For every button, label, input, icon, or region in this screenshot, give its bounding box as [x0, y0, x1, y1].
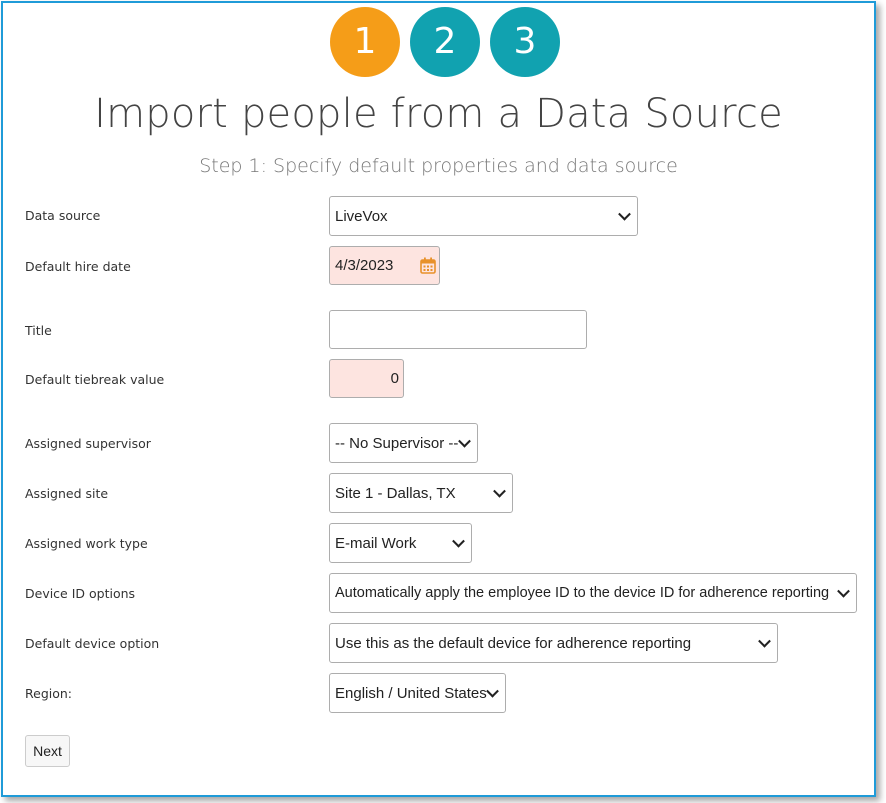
tiebreak-input[interactable]: 0: [329, 359, 404, 398]
work-type-value: E-mail Work: [335, 534, 417, 552]
data-source-label: Data source: [25, 208, 101, 223]
chevron-down-icon: [837, 584, 850, 598]
tiebreak-label: Default tiebreak value: [25, 372, 165, 387]
site-value: Site 1 - Dallas, TX: [335, 484, 456, 502]
supervisor-value: -- No Supervisor --: [335, 434, 459, 452]
page-title: Import people from a Data Source: [94, 91, 783, 137]
chevron-down-icon: [493, 484, 506, 498]
device-id-value: Automatically apply the employee ID to t…: [335, 585, 830, 601]
device-option-select[interactable]: Use this as the default device for adher…: [329, 623, 778, 663]
title-label: Title: [25, 323, 52, 338]
hire-date-value: 4/3/2023: [335, 257, 394, 274]
step-indicator: 1 2 3: [3, 7, 874, 79]
data-source-select[interactable]: LiveVox: [329, 196, 638, 236]
title-input[interactable]: [329, 310, 587, 349]
chevron-down-icon: [452, 534, 465, 548]
hire-date-label: Default hire date: [25, 259, 131, 274]
work-type-label: Assigned work type: [25, 536, 148, 551]
step-1-circle: 1: [330, 7, 400, 77]
device-option-label: Default device option: [25, 636, 160, 651]
region-value: English / United States: [335, 684, 487, 702]
device-id-select[interactable]: Automatically apply the employee ID to t…: [329, 573, 857, 613]
chevron-down-icon: [758, 634, 771, 648]
region-label: Region:: [25, 686, 73, 701]
device-id-label: Device ID options: [25, 586, 136, 601]
work-type-select[interactable]: E-mail Work: [329, 523, 472, 563]
next-button[interactable]: Next: [25, 735, 70, 767]
page-subtitle: Step 1: Specify default properties and d…: [199, 155, 678, 177]
supervisor-select[interactable]: -- No Supervisor --: [329, 423, 478, 463]
calendar-icon[interactable]: [420, 257, 436, 274]
device-option-value: Use this as the default device for adher…: [335, 634, 692, 652]
step-3-circle: 3: [490, 7, 560, 77]
tiebreak-value: 0: [390, 370, 399, 387]
site-select[interactable]: Site 1 - Dallas, TX: [329, 473, 513, 513]
site-label: Assigned site: [25, 486, 109, 501]
region-select[interactable]: English / United States: [329, 673, 506, 713]
dialog-frame: 1 2 3 Import people from a Data Source S…: [1, 1, 876, 797]
chevron-down-icon: [458, 434, 471, 448]
step-2-circle: 2: [410, 7, 480, 77]
chevron-down-icon: [618, 207, 631, 221]
hire-date-input[interactable]: 4/3/2023: [329, 246, 440, 285]
data-source-value: LiveVox: [335, 207, 388, 225]
supervisor-label: Assigned supervisor: [25, 436, 151, 451]
chevron-down-icon: [486, 684, 499, 698]
